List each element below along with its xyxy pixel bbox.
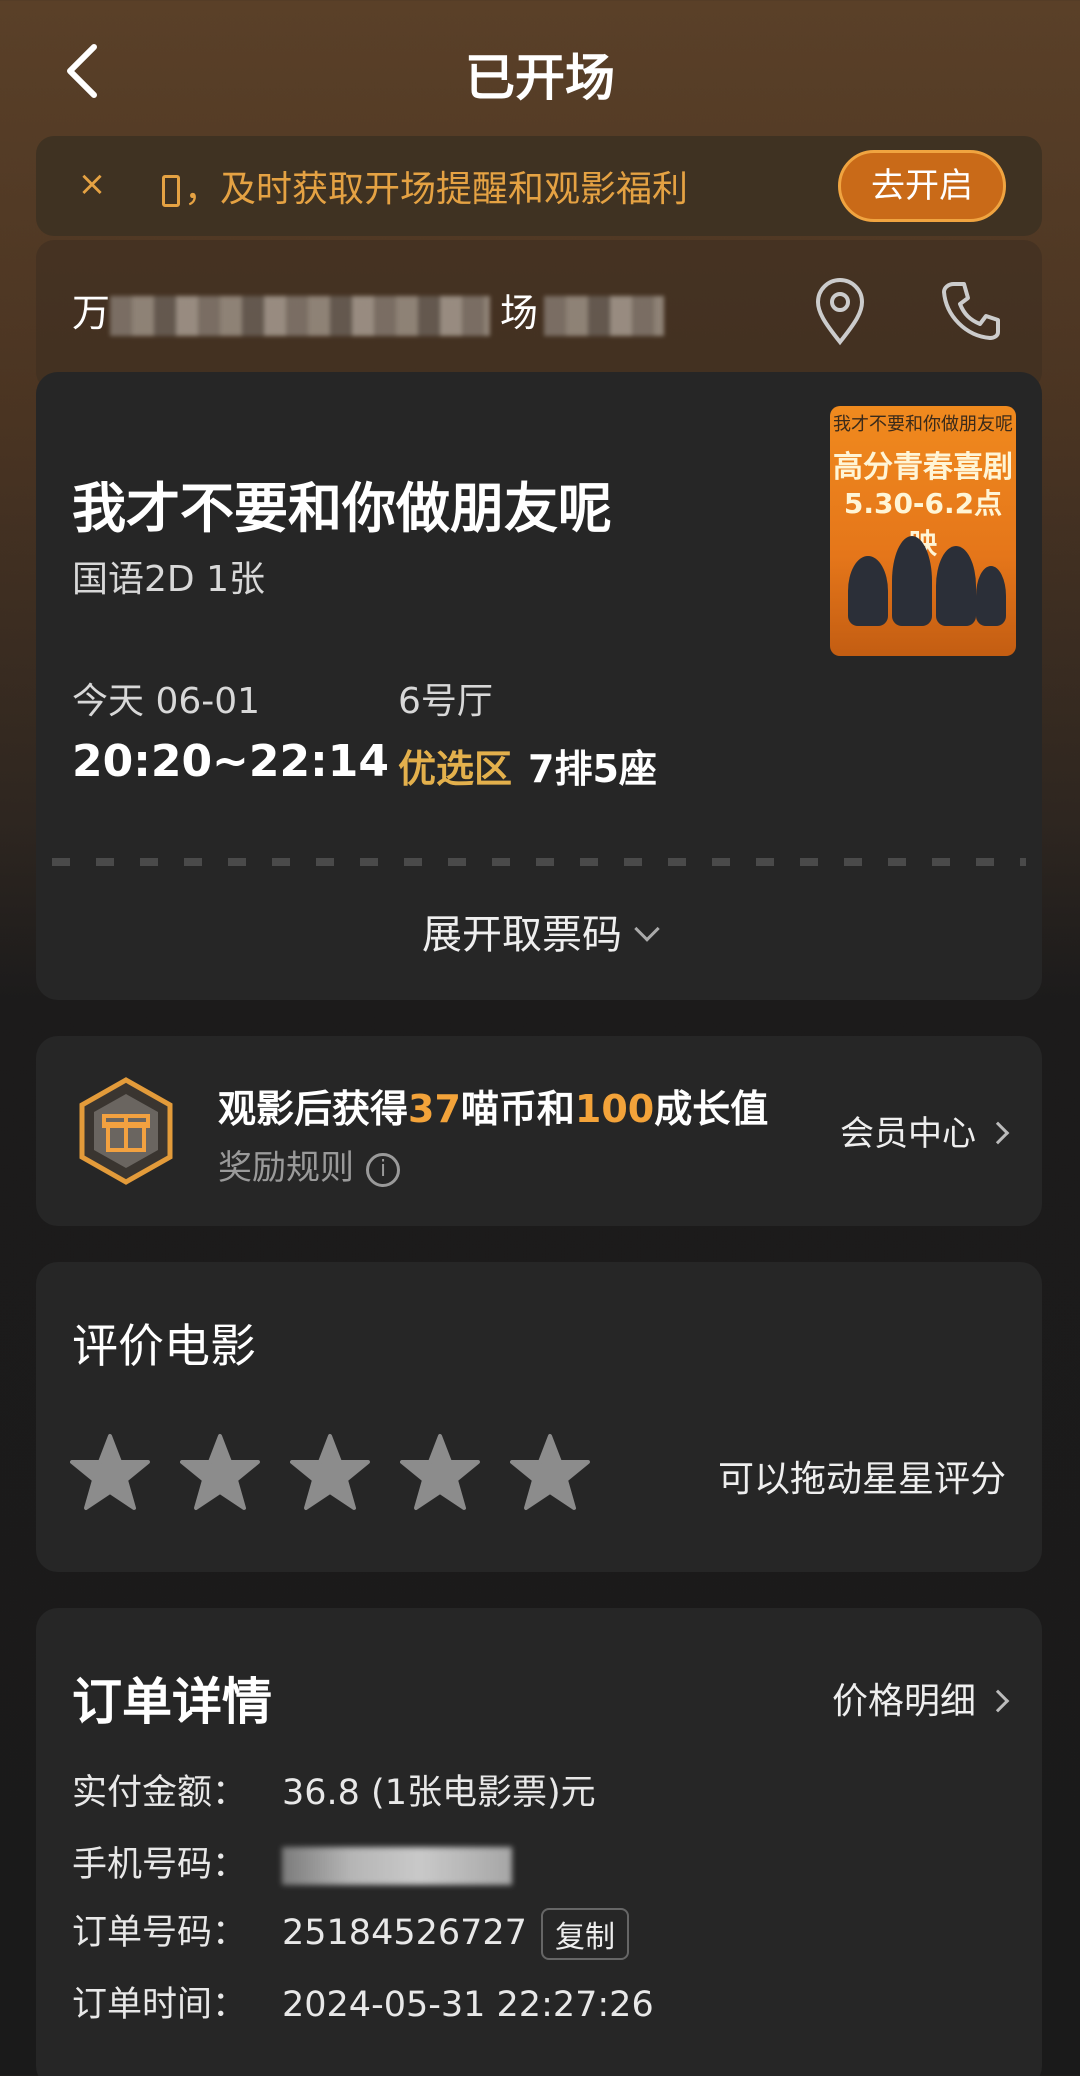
paid-amount-label: 实付金额： [72, 1773, 248, 1813]
placeholder-glyph [162, 175, 180, 207]
close-icon[interactable]: × [74, 166, 110, 202]
redacted-text [544, 295, 665, 336]
order-number-label: 订单号码： [72, 1913, 248, 1953]
cinema-name-prefix: 万 [72, 291, 111, 335]
rate-movie-card: 评价电影 可以拖动星星评分 [36, 1262, 1042, 1572]
page-title: 已开场 [465, 49, 615, 107]
star-icon[interactable] [180, 1432, 260, 1512]
poster-figure [848, 556, 888, 626]
paid-amount-value: 36.8 (1张电影票)元 [282, 1773, 596, 1813]
movie-poster[interactable]: 我才不要和你做朋友呢 高分青春喜剧 5.30-6.2点映 [830, 406, 1016, 656]
order-number-row: 订单号码： 25184526727 复制 [72, 1904, 629, 1960]
phone-label: 手机号码： [72, 1845, 248, 1885]
redacted-text [110, 295, 491, 336]
star-icon[interactable] [290, 1432, 370, 1512]
seat-zone: 优选区 [398, 747, 513, 791]
notification-text: ，及时获取开场提醒和观影福利 [162, 160, 688, 212]
chevron-right-icon [986, 1121, 1010, 1145]
top-bar: 已开场 [0, 0, 1080, 140]
expand-ticket-code-button[interactable]: 展开取票码 [36, 902, 1042, 960]
seat-number: 7排5座 [528, 747, 657, 791]
poster-logo: 我才不要和你做朋友呢 [833, 414, 1013, 435]
reward-text: 观影后获得37喵币和100成长值 [218, 1078, 768, 1133]
member-center-label: 会员中心 [840, 1114, 976, 1154]
enable-notification-button[interactable]: 去开启 [838, 150, 1006, 222]
chevron-right-icon [986, 1689, 1010, 1713]
price-detail-label: 价格明细 [831, 1681, 976, 1722]
cinema-info-row[interactable]: 万场 [36, 240, 1042, 390]
info-icon: i [366, 1152, 400, 1187]
star-icon[interactable] [70, 1432, 150, 1512]
notification-banner: × ，及时获取开场提醒和观影福利 去开启 [36, 136, 1042, 236]
notification-message: ，及时获取开场提醒和观影福利 [184, 169, 689, 210]
divider [52, 858, 1026, 866]
reward-rules-link[interactable]: 奖励规则 i [218, 1140, 400, 1189]
poster-figure [936, 546, 976, 626]
poster-figure [976, 566, 1006, 626]
reward-mid: 喵币和 [460, 1087, 575, 1131]
reward-prefix: 观影后获得 [218, 1087, 409, 1131]
star-icon[interactable] [510, 1432, 590, 1512]
reward-card: 观影后获得37喵币和100成长值 奖励规则 i 会员中心 [36, 1036, 1042, 1226]
expand-label: 展开取票码 [422, 912, 622, 958]
location-pin-icon[interactable] [810, 276, 870, 346]
reward-rules-label: 奖励规则 [218, 1148, 354, 1188]
star-icon[interactable] [400, 1432, 480, 1512]
order-number-value: 25184526727 [282, 1913, 527, 1953]
gift-badge-icon [76, 1076, 176, 1186]
order-title: 订单详情 [72, 1673, 272, 1731]
show-time: 20:20~22:14 [72, 736, 389, 787]
star-rating[interactable] [70, 1432, 590, 1512]
movie-title[interactable]: 我才不要和你做朋友呢 [72, 464, 612, 543]
chevron-down-icon [634, 916, 660, 942]
hall-number: 6号厅 [398, 681, 493, 722]
order-time-label: 订单时间： [72, 1985, 248, 2025]
order-time-row: 订单时间： 2024-05-31 22:27:26 [72, 1976, 654, 2027]
ticket-card: 我才不要和你做朋友呢 国语2D 1张 我才不要和你做朋友呢 高分青春喜剧 5.3… [36, 372, 1042, 1000]
show-date: 今天 06-01 [72, 681, 261, 722]
phone-row: 手机号码： [72, 1836, 512, 1887]
reward-growth: 100 [574, 1087, 655, 1131]
order-time-value: 2024-05-31 22:27:26 [282, 1985, 654, 2025]
reward-coins: 37 [408, 1087, 461, 1131]
member-center-link[interactable]: 会员中心 [840, 1106, 1010, 1155]
cinema-name-suffix: 场 [500, 291, 539, 335]
rate-title: 评价电影 [72, 1319, 256, 1373]
movie-spec: 国语2D 1张 [72, 559, 265, 600]
poster-figure [892, 536, 932, 626]
poster-tagline: 高分青春喜剧 [833, 450, 1013, 485]
copy-button[interactable]: 复制 [540, 1908, 629, 1960]
price-detail-link[interactable]: 价格明细 [831, 1672, 1010, 1724]
paid-amount-row: 实付金额： 36.8 (1张电影票)元 [72, 1764, 596, 1815]
redacted-phone [282, 1847, 512, 1885]
order-details-card: 订单详情 价格明细 实付金额： 36.8 (1张电影票)元 手机号码： 订单号码：… [36, 1608, 1042, 2076]
phone-icon[interactable] [940, 278, 1000, 342]
cinema-name: 万场 [72, 282, 665, 337]
rate-hint: 可以拖动星星评分 [717, 1459, 1006, 1500]
reward-suffix: 成长值 [654, 1087, 769, 1131]
